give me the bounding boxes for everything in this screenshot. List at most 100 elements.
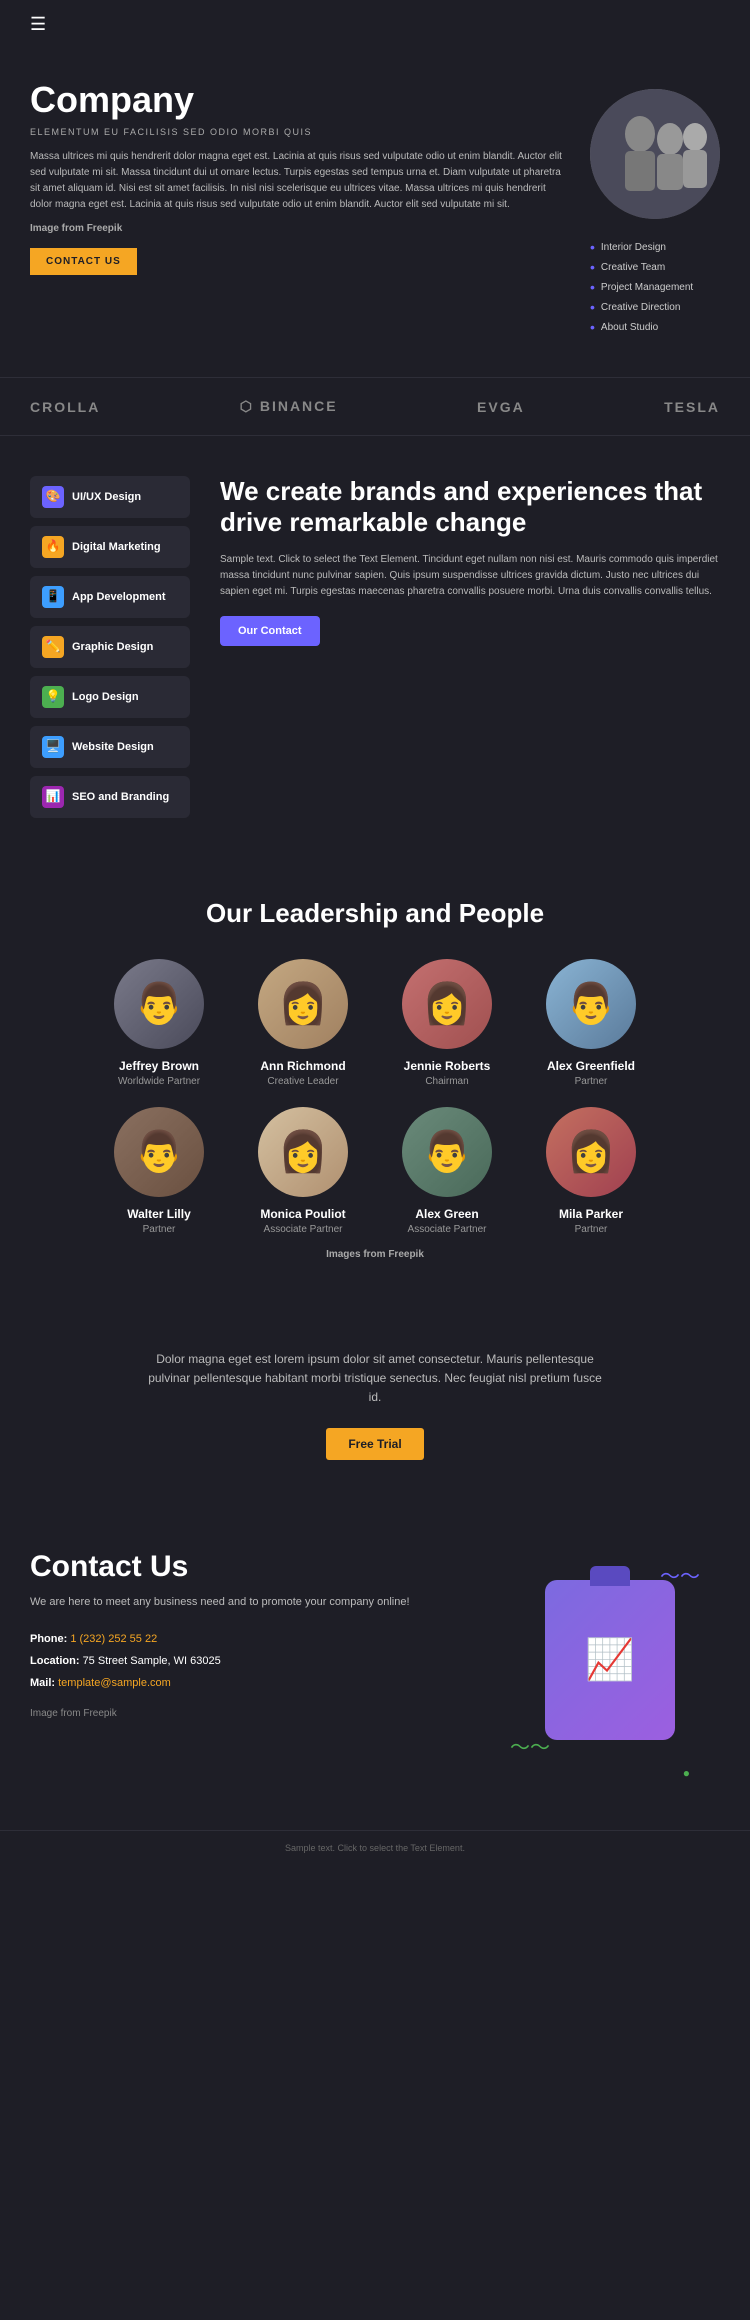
services-body: Sample text. Click to select the Text El… bbox=[220, 552, 720, 600]
hero-content: Company ELEMENTUM EU FACILISIS SED ODIO … bbox=[30, 79, 570, 275]
team-member: 👨 Jeffrey Brown Worldwide Partner bbox=[94, 959, 224, 1087]
service-button[interactable]: 🖥️Website Design bbox=[30, 726, 190, 768]
clipboard-illustration: 📈 bbox=[545, 1580, 675, 1740]
brand-logo: TESLA bbox=[664, 399, 720, 415]
team-member: 👨 Alex Green Associate Partner bbox=[382, 1107, 512, 1235]
contact-info-block: Contact Us We are here to meet any busin… bbox=[30, 1550, 500, 1720]
team-avatar: 👨 bbox=[546, 959, 636, 1049]
service-label: SEO and Branding bbox=[72, 790, 169, 804]
team-member-role: Worldwide Partner bbox=[118, 1076, 200, 1087]
team-avatar: 👨 bbox=[402, 1107, 492, 1197]
team-member: 👨 Walter Lilly Partner bbox=[94, 1107, 224, 1235]
team-member-name: Walter Lilly bbox=[127, 1207, 191, 1221]
service-label: Logo Design bbox=[72, 690, 139, 704]
service-label: App Development bbox=[72, 590, 166, 604]
hero-list: Interior DesignCreative TeamProject Mana… bbox=[590, 237, 693, 337]
person-icon: 👨 bbox=[134, 984, 184, 1024]
squiggle-decoration-3: ● bbox=[683, 1766, 690, 1780]
service-button[interactable]: 🔥Digital Marketing bbox=[30, 526, 190, 568]
service-label: Website Design bbox=[72, 740, 154, 754]
services-section: 🎨 UI/UX Design 🔥Digital Marketing 📱 App Deve… bbox=[0, 436, 750, 858]
team-member-role: Chairman bbox=[425, 1076, 468, 1087]
contact-details: Phone: 1 (232) 252 55 22 Location: 75 St… bbox=[30, 1628, 500, 1694]
service-button[interactable]: 📊 SEO and Branding bbox=[30, 776, 190, 818]
squiggle-decoration-2: 〜〜 bbox=[510, 1731, 550, 1760]
footer-text: Sample text. Click to select the Text El… bbox=[0, 1830, 750, 1865]
contact-title: Contact Us bbox=[30, 1550, 500, 1584]
team-member: 👩Mila ParkerPartner bbox=[526, 1107, 656, 1235]
clipboard-top bbox=[590, 1566, 630, 1586]
service-icon: 🎨 bbox=[42, 486, 64, 508]
hero-right: Interior DesignCreative TeamProject Mana… bbox=[590, 79, 720, 337]
service-label: UI/UX Design bbox=[72, 490, 141, 504]
service-label: Graphic Design bbox=[72, 640, 153, 654]
hero-title: Company bbox=[30, 79, 570, 121]
team-avatar: 👨 bbox=[114, 959, 204, 1049]
team-member: 👩 Monica Pouliot Associate Partner bbox=[238, 1107, 368, 1235]
location-label: Location: bbox=[30, 1655, 80, 1667]
person-icon: 👨 bbox=[422, 1132, 472, 1172]
service-icon: 📊 bbox=[42, 786, 64, 808]
our-contact-button[interactable]: Our Contact bbox=[220, 616, 320, 646]
location-address: 75 Street Sample, WI 63025 bbox=[83, 1655, 221, 1667]
person-icon: 👩 bbox=[566, 1132, 616, 1172]
contact-credit: Image from Freepik bbox=[30, 1708, 500, 1719]
person-icon: 👩 bbox=[422, 984, 472, 1024]
service-button[interactable]: 🎨 UI/UX Design bbox=[30, 476, 190, 518]
person-icon: 👩 bbox=[278, 984, 328, 1024]
team-member-name: Jennie Roberts bbox=[404, 1059, 491, 1073]
hero-section: Company ELEMENTUM EU FACILISIS SED ODIO … bbox=[0, 49, 750, 377]
team-credit: Images from Freepik bbox=[30, 1249, 720, 1260]
hero-body: Massa ultrices mi quis hendrerit dolor m… bbox=[30, 149, 570, 213]
services-content: We create brands and experiences that dr… bbox=[220, 476, 720, 818]
hero-credit: Image from Freepik bbox=[30, 223, 570, 234]
team-avatar: 👩 bbox=[402, 959, 492, 1049]
contact-section: Contact Us We are here to meet any busin… bbox=[0, 1510, 750, 1830]
service-icon: ✏️ bbox=[42, 636, 64, 658]
mail-label: Mail: bbox=[30, 1677, 55, 1689]
brands-section: CROLLA ⬡ BINANCE EVGA TESLA bbox=[0, 377, 750, 436]
person-icon: 👨 bbox=[566, 984, 616, 1024]
mail-address: template@sample.com bbox=[58, 1677, 171, 1689]
contact-illustration: 〜〜 📈 〜〜 ● bbox=[500, 1550, 720, 1790]
cta-section: Dolor magna eget est lorem ipsum dolor s… bbox=[0, 1300, 750, 1510]
hamburger-icon[interactable]: ☰ bbox=[30, 14, 46, 34]
team-member: 👩Ann RichmondCreative Leader bbox=[238, 959, 368, 1087]
hero-list-item: Project Management bbox=[590, 277, 693, 297]
hero-list-item: Interior Design bbox=[590, 237, 693, 257]
service-icon: 📱 bbox=[42, 586, 64, 608]
team-member-name: Mila Parker bbox=[559, 1207, 623, 1221]
team-grid: 👨 Jeffrey Brown Worldwide Partner 👩Ann Rich… bbox=[30, 959, 720, 1235]
contact-description: We are here to meet any business need an… bbox=[30, 1594, 500, 1611]
person-icon: 👩 bbox=[278, 1132, 328, 1172]
team-member-role: Associate Partner bbox=[264, 1224, 343, 1235]
team-member-name: Jeffrey Brown bbox=[119, 1059, 199, 1073]
brand-logo: EVGA bbox=[477, 399, 525, 415]
hero-list-item: Creative Direction bbox=[590, 297, 693, 317]
brand-logo: CROLLA bbox=[30, 399, 100, 415]
team-member-name: Alex Greenfield bbox=[547, 1059, 635, 1073]
phone-label: Phone: bbox=[30, 1633, 67, 1645]
team-member-name: Alex Green bbox=[415, 1207, 478, 1221]
service-icon: 💡 bbox=[42, 686, 64, 708]
team-member-role: Associate Partner bbox=[408, 1224, 487, 1235]
hero-list-item: Creative Team bbox=[590, 257, 693, 277]
team-member-role: Partner bbox=[143, 1224, 176, 1235]
hero-image bbox=[590, 89, 720, 219]
team-avatar: 👩 bbox=[258, 959, 348, 1049]
team-avatar: 👩 bbox=[258, 1107, 348, 1197]
leadership-section: Our Leadership and People 👨Jeffrey Brown… bbox=[0, 858, 750, 1300]
service-icon: 🔥 bbox=[42, 536, 64, 558]
person-icon: 👨 bbox=[134, 1132, 184, 1172]
navigation: ☰ bbox=[0, 0, 750, 49]
team-member-role: Partner bbox=[575, 1076, 608, 1087]
team-member-role: Creative Leader bbox=[267, 1076, 338, 1087]
service-button[interactable]: 📱 App Development bbox=[30, 576, 190, 618]
free-trial-button[interactable]: Free Trial bbox=[326, 1428, 423, 1460]
hero-list-item: About Studio bbox=[590, 317, 693, 337]
service-button[interactable]: ✏️ Graphic Design bbox=[30, 626, 190, 668]
brand-logo: ⬡ BINANCE bbox=[240, 398, 338, 415]
team-member-name: Monica Pouliot bbox=[260, 1207, 345, 1221]
contact-button[interactable]: CONTACT US bbox=[30, 248, 137, 275]
service-button[interactable]: 💡 Logo Design bbox=[30, 676, 190, 718]
